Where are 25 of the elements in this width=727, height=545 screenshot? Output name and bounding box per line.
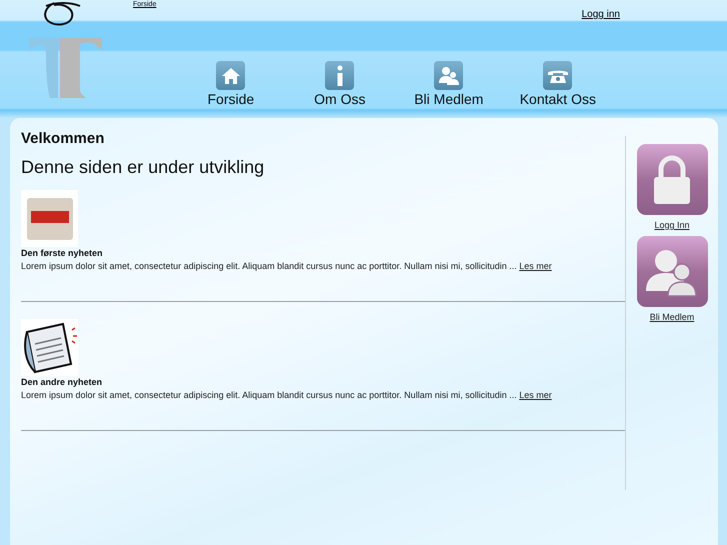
padlock-icon bbox=[652, 154, 692, 204]
nav-label: Bli Medlem bbox=[414, 91, 484, 107]
nav-link[interactable]: Bli Medlem bbox=[394, 61, 504, 107]
read-more-link[interactable]: Les mer bbox=[519, 261, 552, 271]
nav-label: Kontakt Oss bbox=[520, 91, 596, 107]
page-heading: Denne siden er under utvikling bbox=[21, 157, 266, 178]
news-title: Den første nyheten bbox=[21, 248, 104, 258]
page-title: Velkommen bbox=[21, 130, 106, 147]
nav-link[interactable]: Kontakt Oss bbox=[503, 61, 612, 107]
nav-label: Om Oss bbox=[314, 91, 366, 107]
read-more-link[interactable]: Les mer bbox=[519, 390, 552, 400]
news-text: Lorem ipsum dolor sit amet, consectetur adipiscing elit. Aliquam blandit cursus nunc ac porttitor. Nullam nisi mi, sollicitudin ... Les mer bbox=[21, 390, 553, 400]
newspaper-drawing bbox=[21, 319, 78, 376]
nav-link[interactable]: Om Oss bbox=[285, 61, 394, 107]
news-title: Den andre nyheten bbox=[21, 377, 104, 387]
info-icon bbox=[334, 64, 345, 86]
house-icon bbox=[220, 66, 241, 84]
news-text: Lorem ipsum dolor sit amet, consectetur adipiscing elit. Aliquam blandit cursus nunc ac porttitor. Nullam nisi mi, sollicitudin ... Les mer bbox=[21, 261, 553, 271]
login-link[interactable]: Logg inn bbox=[582, 9, 620, 20]
people-icon bbox=[438, 66, 460, 86]
nav-label: Forside bbox=[208, 91, 254, 107]
photo-placeholder bbox=[21, 190, 78, 247]
sidebar-link[interactable]: Logg Inn bbox=[636, 144, 708, 230]
nav-link[interactable]: Forside bbox=[176, 61, 286, 107]
sidebar-link[interactable]: Bli Medlem bbox=[636, 236, 708, 322]
